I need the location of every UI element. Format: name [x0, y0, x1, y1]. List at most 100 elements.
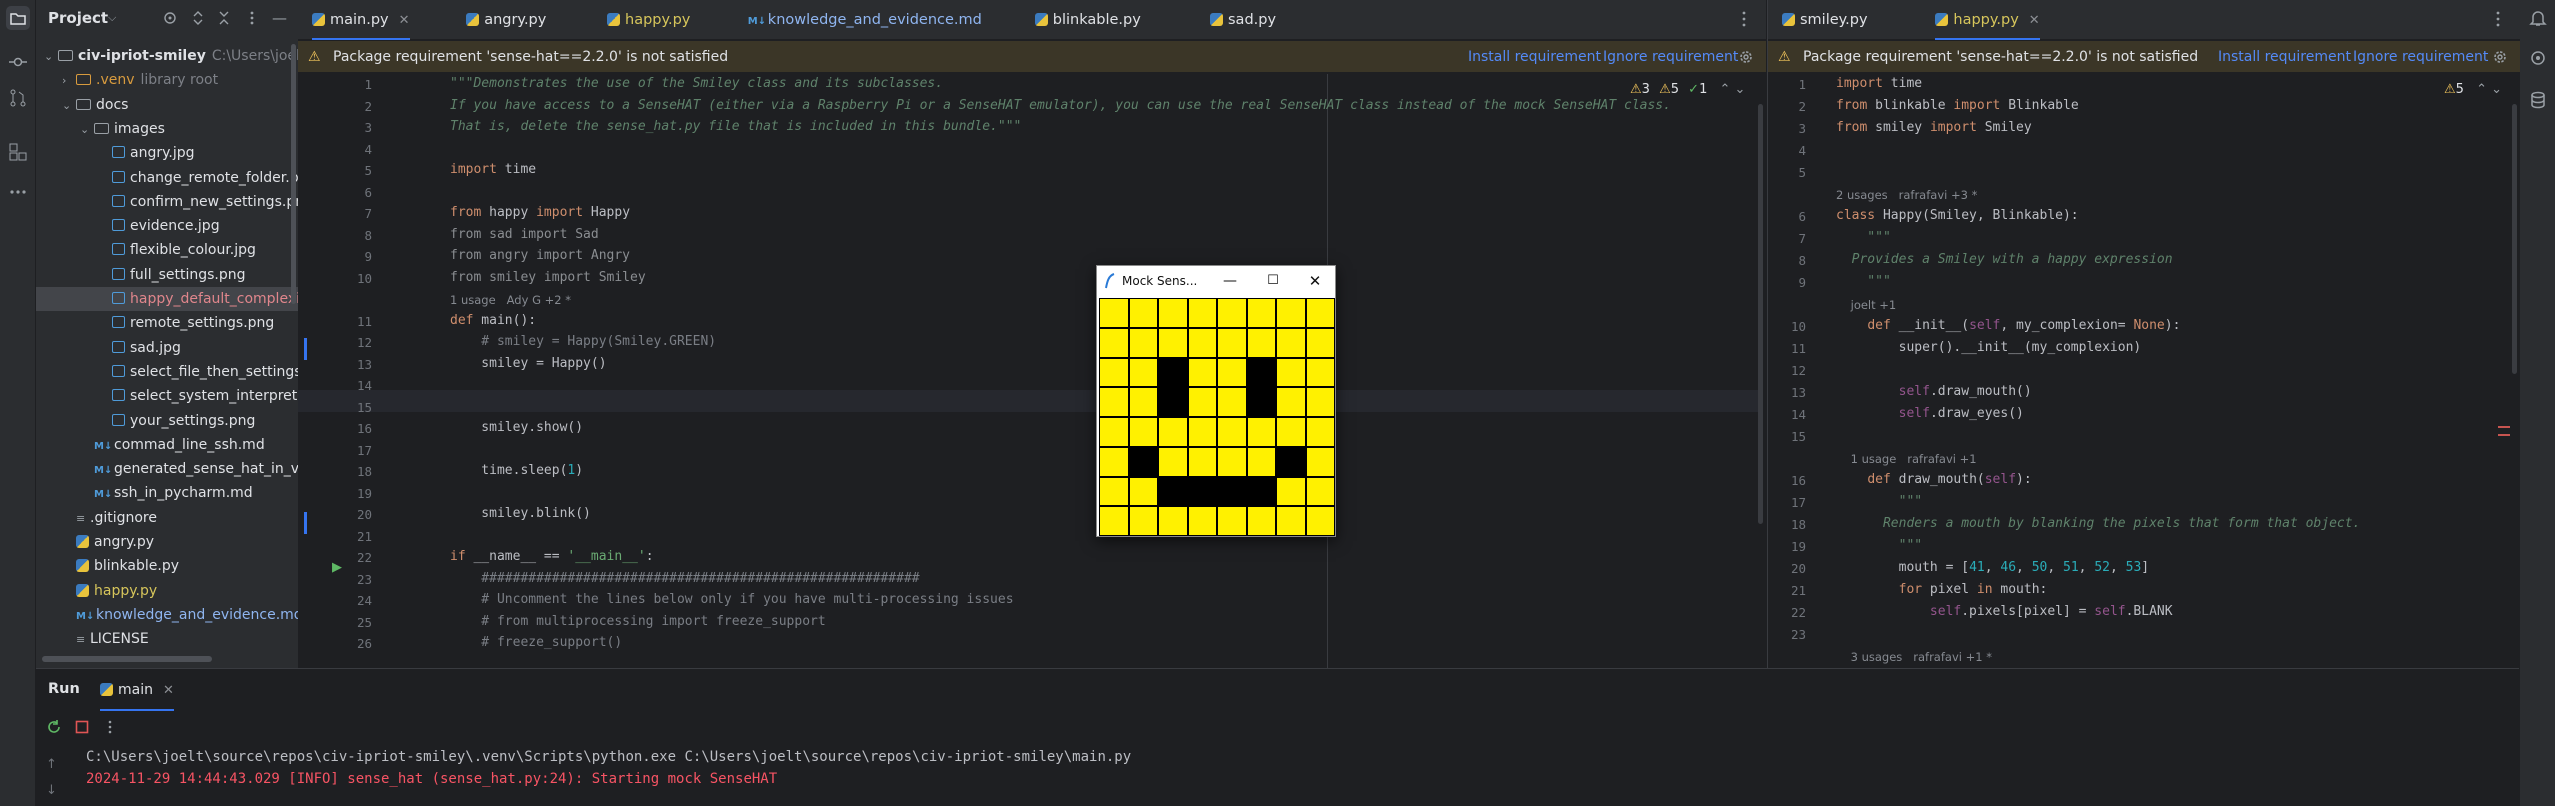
tree-item[interactable]: M↓ generated_sense_hat_in_virt: [36, 457, 298, 481]
more-tools-icon[interactable]: [8, 182, 28, 202]
tree-item[interactable]: ≡ .gitignore: [36, 506, 298, 530]
code-line: """: [1836, 538, 1923, 553]
scroll-up-icon[interactable]: ↑: [46, 757, 57, 772]
gear-icon[interactable]: [1738, 49, 1754, 65]
tree-item[interactable]: ⌄ civ-ipriot-smiley C:\Users\joelt\so: [36, 44, 298, 68]
tree-item[interactable]: M↓ knowledge_and_evidence.md: [36, 603, 298, 627]
ignore-requirement-link[interactable]: Ignore requirement: [2353, 41, 2488, 73]
close-button[interactable]: ✕: [1302, 266, 1328, 296]
close-icon[interactable]: ✕: [163, 683, 174, 698]
project-tree-hscrollbar[interactable]: [42, 656, 212, 662]
left-code-area[interactable]: ▶ 1 """Demonstrates the use of the Smiley…: [298, 74, 1766, 668]
options-icon[interactable]: [244, 10, 260, 26]
codelens-hint[interactable]: joelt +1: [1836, 298, 1897, 312]
inspection-widget[interactable]: ⚠3 ⚠5 ✓1 ⌃ ⌄: [1630, 82, 1745, 97]
commit-tool-icon[interactable]: [8, 52, 28, 72]
install-requirement-link[interactable]: Install requirement: [2218, 41, 2351, 73]
code-line: self.draw_eyes(): [1898, 406, 2024, 421]
close-icon[interactable]: ✕: [399, 13, 410, 28]
project-tree: ⌄ civ-ipriot-smiley C:\Users\joelt\so › .ven…: [36, 44, 298, 662]
codelens-hint[interactable]: 2 usages rafrafavi +3 *: [1836, 188, 1977, 202]
tree-item[interactable]: confirm_new_settings.pn: [36, 190, 298, 214]
tree-item[interactable]: remote_settings.png: [36, 311, 298, 335]
tree-item[interactable]: M↓ commad_line_ssh.md: [36, 433, 298, 457]
tree-item[interactable]: ⌄ images: [36, 117, 298, 141]
tree-item[interactable]: happy_default_complexic: [36, 287, 298, 311]
tree-item[interactable]: flexible_colour.jpg: [36, 238, 298, 262]
tab-blinkable-py[interactable]: blinkable.py: [1034, 0, 1141, 40]
led-pixel: [1247, 477, 1275, 506]
database-icon[interactable]: [2528, 90, 2548, 110]
tab-sad-py[interactable]: sad.py: [1210, 0, 1276, 40]
tree-item[interactable]: evidence.jpg: [36, 214, 298, 238]
tree-item[interactable]: blinkable.py: [36, 554, 298, 578]
gear-icon[interactable]: [2492, 49, 2508, 65]
locate-icon[interactable]: [162, 10, 178, 26]
tree-item[interactable]: › .venv library root: [36, 68, 298, 92]
maximize-button[interactable]: ☐: [1260, 266, 1286, 296]
tree-item[interactable]: full_settings.png: [36, 263, 298, 287]
more-options-icon[interactable]: [102, 719, 118, 735]
tree-item[interactable]: sad.jpg: [36, 336, 298, 360]
ai-assistant-icon[interactable]: [2528, 48, 2548, 68]
codelens-hint[interactable]: 3 usages rafrafavi +1 *: [1836, 650, 1992, 664]
scroll-down-icon[interactable]: ↓: [46, 783, 57, 798]
tree-item[interactable]: select_file_then_settings: [36, 360, 298, 384]
tree-item[interactable]: change_remote_folder.p: [36, 166, 298, 190]
notifications-icon[interactable]: [2528, 8, 2548, 28]
codelens-hint[interactable]: 1 usage Ady G +2 *: [450, 293, 571, 307]
tree-item[interactable]: ⌄ docs: [36, 93, 298, 117]
run-gutter-icon[interactable]: ▶: [332, 560, 342, 575]
mock-window-titlebar[interactable]: Mock Sens... — ☐ ✕: [1097, 266, 1335, 296]
tab-happy-py[interactable]: happy.py ✕: [1935, 0, 2040, 40]
structure-icon[interactable]: [8, 142, 28, 162]
tree-item[interactable]: angry.py: [36, 530, 298, 554]
tab-main-py[interactable]: main.py ✕: [312, 0, 410, 40]
project-tree-scrollbar[interactable]: [291, 44, 296, 304]
right-editor-scrollbar[interactable]: [2512, 104, 2517, 374]
tree-item[interactable]: ≡ LICENSE: [36, 627, 298, 651]
chevron-down-icon[interactable]: ⌄: [44, 45, 58, 68]
run-tab-main[interactable]: main ✕: [100, 669, 174, 711]
project-tool-icon[interactable]: [6, 6, 30, 30]
tab-label: knowledge_and_evidence.md: [767, 12, 982, 28]
run-panel: Run main ✕ ↑ ↓ C:\Users\joelt\source\repo…: [36, 668, 2519, 806]
tree-item[interactable]: your_settings.png: [36, 409, 298, 433]
tree-item[interactable]: happy.py: [36, 579, 298, 603]
tab-happy-py[interactable]: happy.py: [607, 0, 690, 40]
expand-all-icon[interactable]: [190, 10, 206, 26]
markdown-icon: M↓: [94, 440, 113, 452]
tab-smiley-py[interactable]: smiley.py: [1782, 0, 1868, 40]
left-editor-scrollbar[interactable]: [1758, 104, 1763, 524]
tab-options-icon[interactable]: [1736, 10, 1752, 28]
chevron-down-icon[interactable]: ⌵: [108, 11, 116, 25]
codelens-hint[interactable]: 1 usage rafrafavi +1: [1836, 452, 1977, 466]
tab-knowledge-and-evidence-md[interactable]: M↓ knowledge_and_evidence.md: [748, 0, 982, 40]
collapse-all-icon[interactable]: [216, 10, 232, 26]
inspection-widget[interactable]: ⚠5 ⌃ ⌄: [2444, 82, 2502, 97]
tree-item-label: full_settings.png: [130, 266, 246, 283]
install-requirement-link[interactable]: Install requirement: [1468, 41, 1601, 73]
hide-panel-icon[interactable]: —: [272, 9, 287, 27]
project-panel-title[interactable]: Project: [48, 9, 108, 27]
tree-item[interactable]: select_system_interprete: [36, 384, 298, 408]
ignore-requirement-link[interactable]: Ignore requirement: [1603, 41, 1738, 73]
pull-requests-icon[interactable]: [8, 88, 28, 108]
tab-options-icon[interactable]: [2490, 10, 2506, 28]
line-number: 9: [1798, 275, 1806, 290]
led-pixel: [1188, 328, 1216, 357]
tab-angry-py[interactable]: angry.py: [466, 0, 546, 40]
stop-icon[interactable]: [74, 719, 90, 735]
console-output[interactable]: C:\Users\joelt\source\repos\civ-ipriot-s…: [86, 749, 2486, 805]
led-pixel: [1306, 447, 1334, 476]
right-code-area[interactable]: 1 import time 2 from blinkable import Blink…: [1768, 74, 2520, 668]
close-icon[interactable]: ✕: [2029, 13, 2040, 28]
rerun-icon[interactable]: [46, 719, 62, 735]
chevron-down-icon[interactable]: ⌄: [62, 94, 76, 117]
chevron-right-icon[interactable]: ›: [62, 69, 76, 92]
minimize-button[interactable]: —: [1217, 266, 1243, 296]
chevron-down-icon[interactable]: ⌄: [80, 118, 94, 141]
tree-item[interactable]: angry.jpg: [36, 141, 298, 165]
right-editor-tabbar: smiley.py happy.py ✕: [1768, 0, 2520, 40]
tree-item[interactable]: M↓ ssh_in_pycharm.md: [36, 481, 298, 505]
